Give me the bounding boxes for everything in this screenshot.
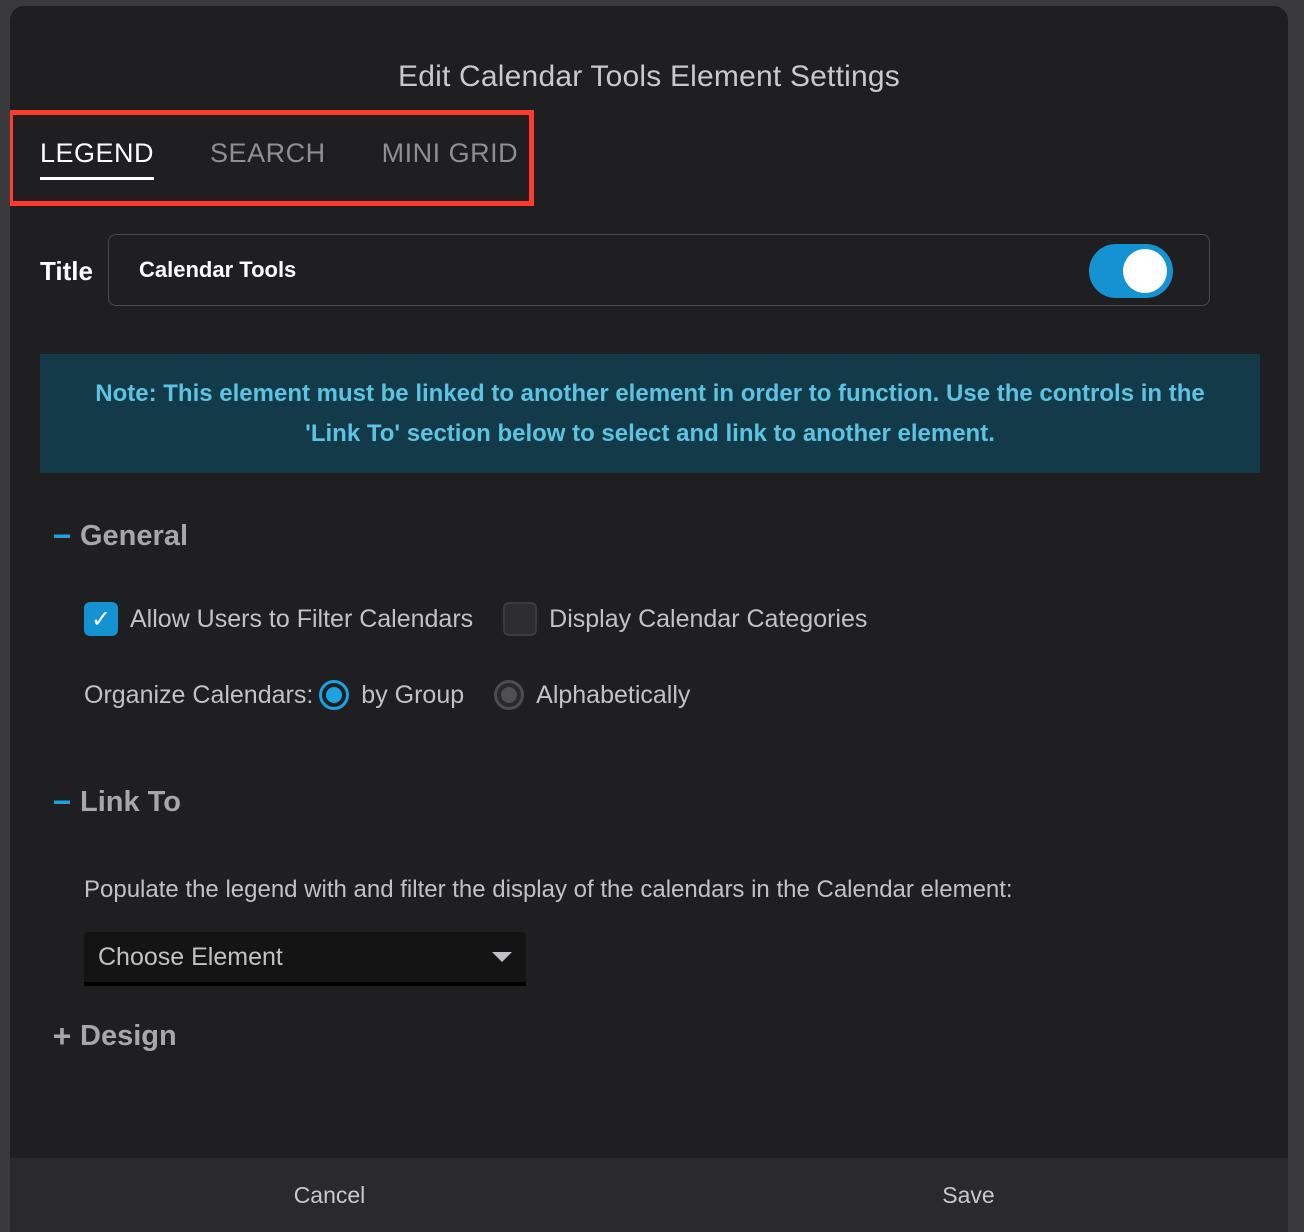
- general-section-header[interactable]: − General: [50, 518, 188, 555]
- collapse-icon: −: [52, 784, 72, 820]
- title-visibility-toggle[interactable]: [1089, 244, 1173, 298]
- alphabetically-radio[interactable]: [494, 680, 525, 710]
- by-group-label: by Group: [361, 680, 465, 709]
- link-to-section-title: Link To: [80, 786, 181, 818]
- organize-calendars-row: Organize Calendars: by Group Alphabetica…: [84, 680, 720, 710]
- title-input[interactable]: [139, 255, 1039, 285]
- tab-search[interactable]: SEARCH: [210, 138, 326, 180]
- dialog-title: Edit Calendar Tools Element Settings: [398, 60, 900, 93]
- link-note: Note: This element must be linked to ano…: [40, 354, 1260, 473]
- title-label: Title: [40, 256, 93, 286]
- allow-filter-label: Allow Users to Filter Calendars: [130, 604, 474, 633]
- by-group-radio[interactable]: [319, 680, 350, 710]
- collapse-icon: −: [52, 518, 72, 554]
- caret-down-icon: [492, 952, 512, 962]
- tab-mini-grid[interactable]: MINI GRID: [382, 138, 519, 180]
- expand-icon: +: [52, 1018, 72, 1054]
- general-section-title: General: [80, 520, 188, 552]
- tab-legend[interactable]: LEGEND: [40, 138, 155, 180]
- toggle-knob: [1123, 249, 1167, 293]
- choose-element-dropdown[interactable]: Choose Element: [84, 932, 526, 986]
- title-field-container: [108, 234, 1210, 306]
- organize-calendars-label: Organize Calendars:: [84, 680, 314, 709]
- dropdown-value: Choose Element: [98, 943, 283, 971]
- tab-bar: LEGEND SEARCH MINI GRID: [40, 138, 574, 180]
- allow-filter-checkbox[interactable]: ✓: [84, 602, 118, 636]
- general-checkboxes: ✓ Allow Users to Filter Calendars Displa…: [84, 602, 897, 636]
- save-button[interactable]: Save: [649, 1158, 1288, 1232]
- display-categories-checkbox[interactable]: [503, 602, 538, 636]
- checkmark-icon: ✓: [90, 605, 112, 633]
- settings-dialog: Edit Calendar Tools Element Settings LEG…: [10, 6, 1288, 1232]
- design-section-header[interactable]: + Design: [50, 1018, 177, 1055]
- link-to-description: Populate the legend with and filter the …: [84, 876, 1013, 903]
- cancel-button[interactable]: Cancel: [10, 1158, 649, 1232]
- display-categories-label: Display Calendar Categories: [549, 604, 868, 633]
- alphabetically-label: Alphabetically: [536, 680, 691, 709]
- dialog-footer: Cancel Save: [10, 1158, 1288, 1232]
- link-to-section-header[interactable]: − Link To: [50, 784, 181, 821]
- design-section-title: Design: [80, 1020, 177, 1052]
